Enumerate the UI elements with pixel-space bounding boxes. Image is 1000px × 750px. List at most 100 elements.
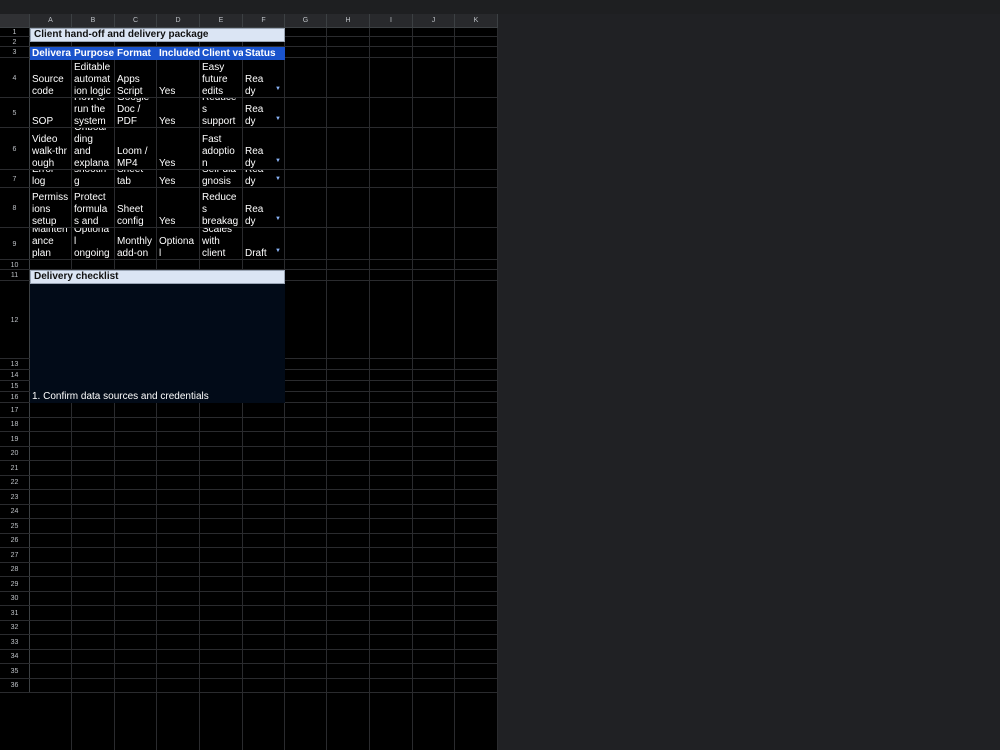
column-header-h[interactable]: H [327, 14, 370, 28]
gridline [30, 489, 498, 490]
table-cell[interactable]: Editable automat ion logic [72, 58, 115, 98]
gridline [326, 28, 327, 750]
gridline [30, 692, 498, 693]
chevron-down-icon[interactable]: ▼ [275, 213, 281, 225]
table-cell[interactable]: Self-dia gnosis [200, 170, 243, 188]
gridline [30, 590, 498, 592]
row-header-29[interactable]: 29 [0, 577, 30, 592]
chevron-down-icon[interactable]: ▼ [275, 173, 281, 185]
table-cell[interactable]: Error log [30, 170, 72, 188]
column-header-a[interactable]: A [30, 14, 72, 28]
row-header-5[interactable]: 5 [0, 98, 30, 128]
table-cell[interactable]: Rea dy▼ [243, 128, 285, 170]
table-cell[interactable]: Sheet config [115, 188, 157, 228]
row-header-36[interactable]: 36 [0, 678, 30, 693]
table-cell[interactable]: Onboar ding and explana [72, 128, 115, 170]
table-cell[interactable]: Yes [157, 170, 200, 188]
select-all-corner[interactable] [0, 14, 30, 28]
table-cell[interactable]: Rea dy▼ [243, 58, 285, 98]
row-header-26[interactable]: 26 [0, 533, 30, 548]
table-cell[interactable]: Optiona l ongoing [72, 228, 115, 260]
gridline [30, 648, 498, 650]
gridline [30, 605, 498, 606]
checklist-title-cell[interactable]: Delivery checklist [30, 270, 285, 284]
column-header-f[interactable]: F [243, 14, 285, 28]
table-cell[interactable]: Yes [157, 188, 200, 228]
table-cell[interactable]: Easy future edits [200, 58, 243, 98]
row-header-20[interactable]: 20 [0, 446, 30, 461]
table-cell[interactable]: Rea dy▼ [243, 98, 285, 128]
chevron-down-icon[interactable]: ▼ [275, 83, 281, 95]
table-cell[interactable]: Mainten ance plan [30, 228, 72, 260]
table-cell[interactable]: Draft ▼ [243, 228, 285, 260]
table-cell[interactable]: Monthly add-on [115, 228, 157, 260]
row-header-30[interactable]: 30 [0, 591, 30, 606]
gridline [412, 28, 413, 750]
table-cell[interactable]: Rea dy▼ [243, 170, 285, 188]
table-cell[interactable]: SOP [30, 98, 72, 128]
checklist-item[interactable]: 1. Confirm data sources and credentials [30, 390, 285, 403]
column-header-g[interactable]: G [285, 14, 327, 28]
toolbar-strip [0, 0, 1000, 14]
gridline [30, 576, 498, 577]
row-header-23[interactable]: 23 [0, 490, 30, 505]
row-header-7[interactable]: 7 [0, 170, 30, 188]
table-cell[interactable]: Source code [30, 58, 72, 98]
row-header-12[interactable]: 12 [0, 281, 30, 359]
table-cell[interactable]: Yes [157, 98, 200, 128]
row-header-34[interactable]: 34 [0, 649, 30, 664]
gridline [30, 561, 498, 563]
column-header-k[interactable]: K [455, 14, 498, 28]
gridline [0, 692, 30, 693]
table-cell[interactable]: Apps Script [115, 58, 157, 98]
column-header-c[interactable]: C [115, 14, 157, 28]
table-cell[interactable]: Rea dy▼ [243, 188, 285, 228]
column-header-d[interactable]: D [157, 14, 200, 28]
table-cell[interactable]: Reduce s support [200, 98, 243, 128]
table-cell[interactable]: Optiona l [157, 228, 200, 260]
table-cell[interactable]: Trouble shootin g [72, 170, 115, 188]
table-cell[interactable]: Scales with client [200, 228, 243, 260]
row-header-17[interactable]: 17 [0, 403, 30, 418]
gridline [30, 532, 498, 534]
row-header-19[interactable]: 19 [0, 432, 30, 447]
row-header-32[interactable]: 32 [0, 620, 30, 635]
chevron-down-icon[interactable]: ▼ [275, 155, 281, 167]
row-header-33[interactable]: 33 [0, 635, 30, 650]
row-header-35[interactable]: 35 [0, 664, 30, 679]
row-header-4[interactable]: 4 [0, 58, 30, 98]
table-cell[interactable]: Sheet tab [115, 170, 157, 188]
table-cell[interactable]: How to run the system [72, 98, 115, 128]
row-header-22[interactable]: 22 [0, 475, 30, 490]
row-header-18[interactable]: 18 [0, 417, 30, 432]
row-header-25[interactable]: 25 [0, 519, 30, 534]
row-header-8[interactable]: 8 [0, 188, 30, 228]
column-header-e[interactable]: E [200, 14, 243, 28]
table-cell[interactable]: Yes [157, 58, 200, 98]
row-header-9[interactable]: 9 [0, 228, 30, 260]
table-cell[interactable]: Loom / MP4 [115, 128, 157, 170]
column-header-i[interactable]: I [370, 14, 413, 28]
row-header-31[interactable]: 31 [0, 606, 30, 621]
table-cell[interactable]: Google Doc / PDF [115, 98, 157, 128]
checklist-merged-area[interactable] [30, 281, 285, 403]
table-cell[interactable]: Protect formula s and [72, 188, 115, 228]
row-header-6[interactable]: 6 [0, 128, 30, 170]
table-cell[interactable]: Reduce s breakag [200, 188, 243, 228]
table-cell[interactable]: Permiss ions setup [30, 188, 72, 228]
row-header-28[interactable]: 28 [0, 562, 30, 577]
gridline [497, 28, 498, 750]
column-header-j[interactable]: J [413, 14, 455, 28]
row-header-21[interactable]: 21 [0, 461, 30, 476]
table-cell[interactable]: Video walk-thr ough [30, 128, 72, 170]
table-cell[interactable]: Yes [157, 128, 200, 170]
chevron-down-icon[interactable]: ▼ [275, 245, 281, 257]
table-cell[interactable]: Fast adoptio n [200, 128, 243, 170]
spreadsheet-grid[interactable]: A B C D E F G H I J K 1 2 3 4 5 6 7 8 9 10 11 12 13 14 15 16 17 18 19… [0, 14, 498, 750]
row-header-24[interactable]: 24 [0, 504, 30, 519]
column-header-b[interactable]: B [72, 14, 115, 28]
row-header-27[interactable]: 27 [0, 548, 30, 563]
sheet-title-cell[interactable]: Client hand-off and delivery package [30, 28, 285, 42]
chevron-down-icon[interactable]: ▼ [275, 113, 281, 125]
gridline [454, 28, 455, 750]
